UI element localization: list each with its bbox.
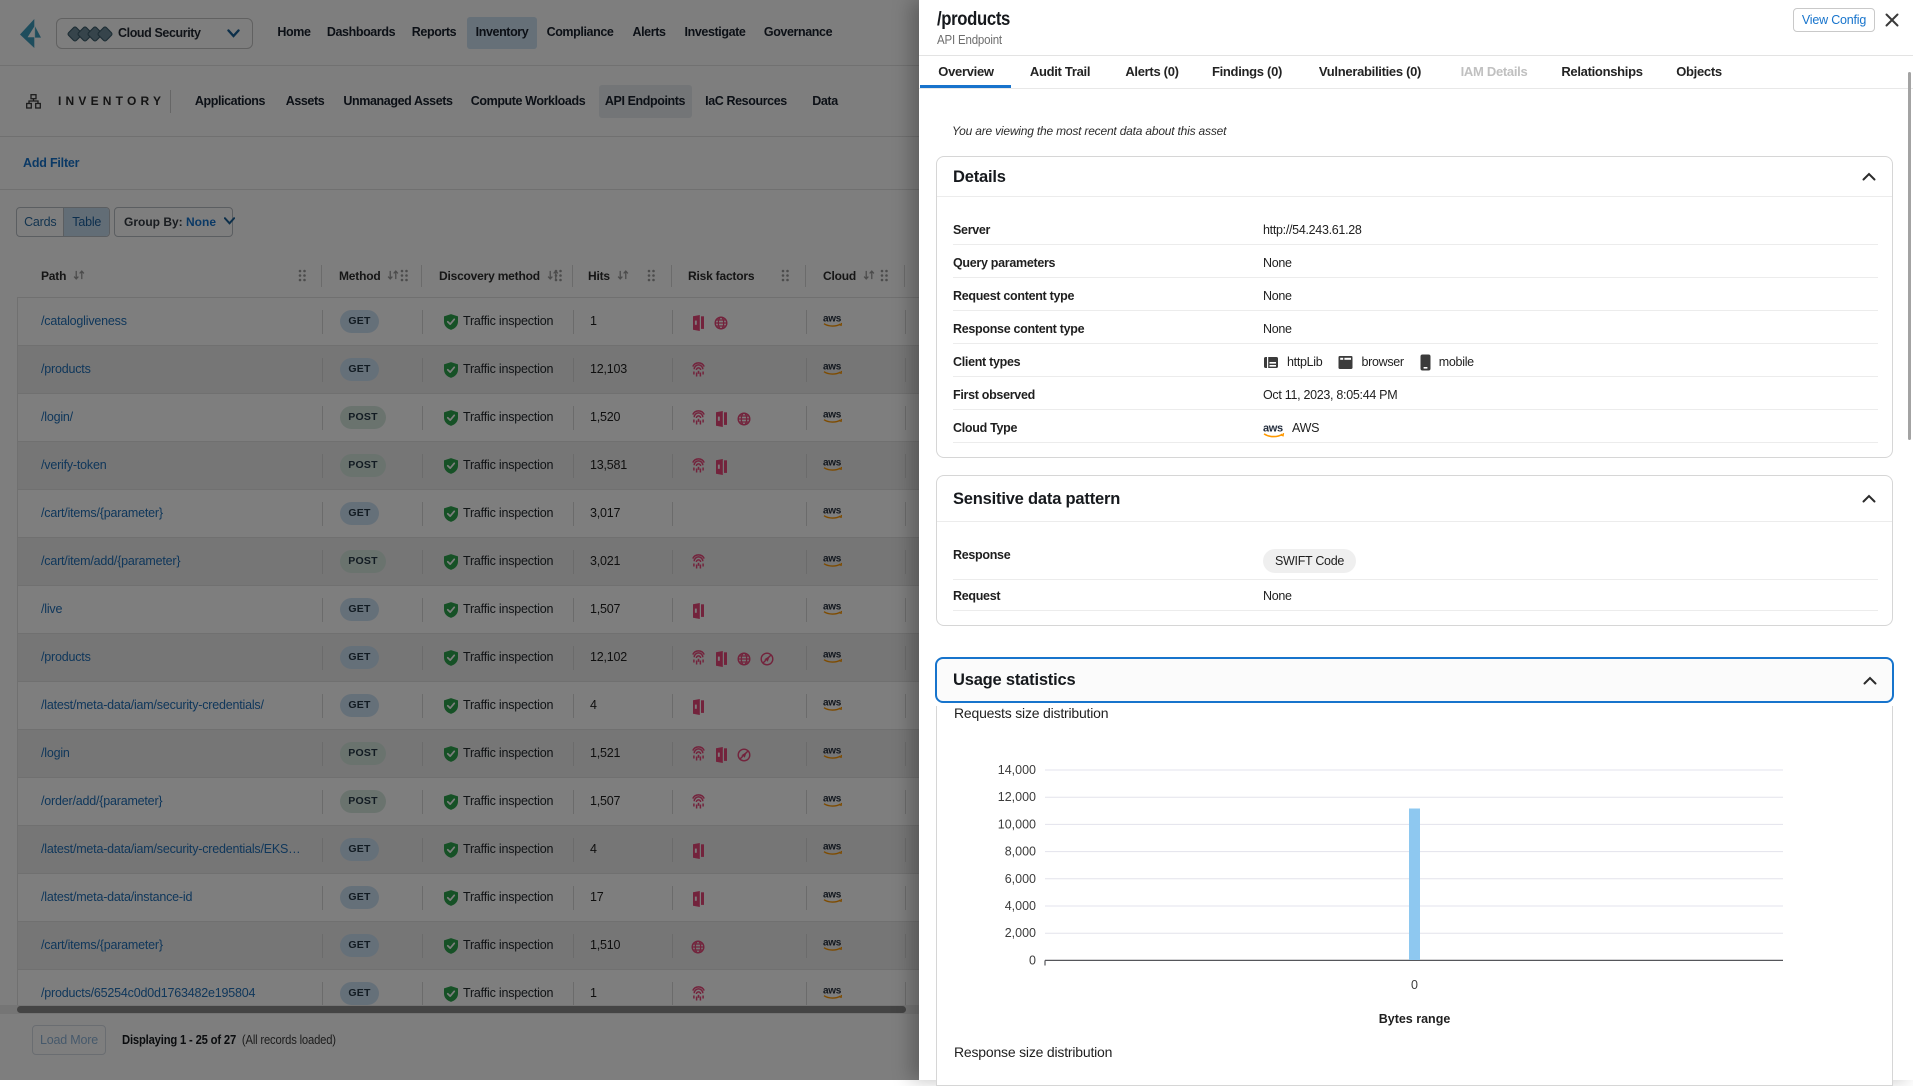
svg-text:6,000: 6,000 (1005, 872, 1036, 886)
svg-text:12,000: 12,000 (998, 790, 1036, 804)
svg-text:0: 0 (1029, 953, 1036, 967)
svg-text:10,000: 10,000 (998, 817, 1036, 831)
svg-text:Bytes range: Bytes range (1379, 1012, 1451, 1026)
svg-text:8,000: 8,000 (1005, 845, 1036, 859)
svg-text:aws: aws (1263, 422, 1283, 434)
svg-text:4,000: 4,000 (1005, 899, 1036, 913)
svg-text:14,000: 14,000 (998, 763, 1036, 777)
svg-text:0: 0 (1411, 978, 1418, 992)
svg-text:2,000: 2,000 (1005, 926, 1036, 940)
